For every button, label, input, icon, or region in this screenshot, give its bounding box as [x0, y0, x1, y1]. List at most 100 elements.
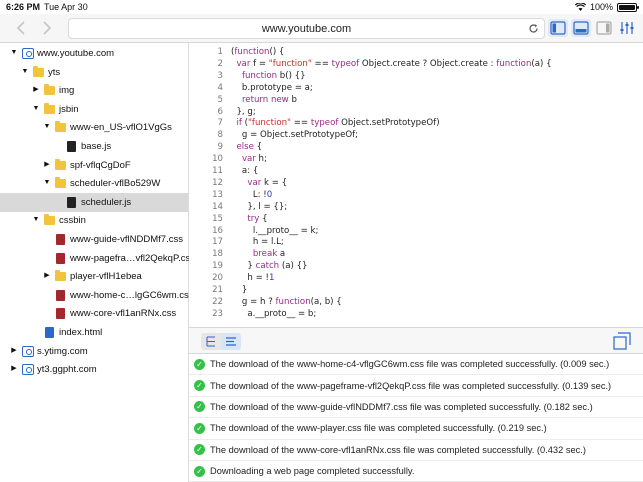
tree-item[interactable]: ▼ www-en_US-vflO1VgGs: [0, 118, 188, 137]
tree-item[interactable]: www-pagefra…vfl2QekqP.css: [0, 249, 195, 268]
log-entry: ✓ The download of the www-player.css file…: [189, 418, 643, 440]
disclosure-expanded-icon[interactable]: ▼: [21, 68, 29, 76]
panel-bottom-icon: [573, 21, 589, 35]
tree-item[interactable]: base.js: [0, 137, 188, 156]
js-file-icon: [66, 196, 77, 208]
code-text: b.prototype = a;: [231, 82, 313, 93]
css-file-icon: [55, 289, 66, 301]
sliders-icon: [620, 22, 634, 34]
tree-item[interactable]: ▼ cssbin: [0, 211, 188, 230]
tree-item[interactable]: index.html: [0, 323, 188, 342]
sidebar-right-icon: [596, 21, 612, 35]
code-text: return new b: [241, 94, 297, 105]
folder-icon: [55, 121, 66, 133]
line-number: 6: [217, 106, 223, 117]
code-line: 17 h = l.L;: [189, 237, 643, 249]
code-line: 13 L: !0: [189, 190, 643, 202]
success-check-icon: ✓: [194, 358, 205, 370]
code-text: a.__proto__ = b;: [231, 308, 317, 319]
line-number: 13: [212, 189, 223, 200]
tree-item-label: cssbin: [59, 215, 86, 227]
code-text: h = !1: [231, 273, 275, 284]
disclosure-collapsed-icon[interactable]: ▶: [43, 272, 51, 280]
settings-sliders-button[interactable]: [617, 19, 637, 37]
line-number: 15: [212, 213, 223, 224]
log-entry-text: The download of the www-guide-vflNDDMf7.…: [210, 401, 593, 412]
log-entry: ✓ The download of the www-guide-vflNDDMf7…: [189, 397, 643, 419]
line-number: 17: [212, 237, 223, 248]
battery-percent: 100%: [589, 2, 613, 12]
tree-item-label: www-guide-vflNDDMf7.css: [70, 234, 183, 245]
website-icon: [22, 48, 34, 59]
log-entry-text: The download of the www-core-vfl1anRNx.c…: [210, 444, 586, 455]
expand-icon[interactable]: [613, 332, 631, 350]
tree-item-label: scheduler.js: [81, 196, 132, 208]
line-number: 7: [217, 118, 223, 129]
right-panel-toggle[interactable]: [594, 19, 614, 37]
tree-item[interactable]: ▼ www.youtube.com: [0, 44, 188, 63]
view-segmented-control[interactable]: [201, 333, 241, 350]
tree-item-label: www-pagefra…vfl2QekqP.css: [70, 252, 195, 264]
code-text: }, l = {};: [231, 201, 288, 212]
website-icon: [22, 364, 34, 376]
code-text: h = l.L;: [231, 237, 284, 248]
folder-icon: [55, 177, 66, 189]
code-line: 4 b.prototype = a;: [189, 83, 643, 95]
disclosure-collapsed-icon[interactable]: ▶: [10, 347, 18, 355]
code-line: 8 g = Object.setPrototypeOf;: [189, 130, 643, 142]
bottom-panel-toggle[interactable]: [571, 19, 591, 37]
tree-item[interactable]: ▼ jsbin: [0, 100, 188, 119]
disclosure-expanded-icon[interactable]: ▼: [10, 49, 18, 57]
disclosure-collapsed-icon[interactable]: ▶: [10, 365, 18, 373]
line-number: 22: [212, 296, 223, 307]
address-bar[interactable]: www.youtube.com: [68, 18, 545, 39]
chevron-left-icon: [16, 21, 25, 35]
tree-item[interactable]: ▶ yt3.ggpht.com: [0, 360, 188, 379]
list-view-segment[interactable]: [221, 333, 241, 350]
disclosure-collapsed-icon[interactable]: ▶: [43, 161, 51, 169]
back-button[interactable]: [13, 19, 29, 37]
log-toolbar: [189, 327, 643, 354]
tree-item[interactable]: ▼ scheduler-vflBo529W: [0, 174, 188, 193]
folder-icon: [44, 84, 55, 96]
code-view[interactable]: 1 (function() {2 var f = "function" == ty…: [189, 43, 643, 327]
folder-icon: [33, 65, 44, 78]
wifi-icon: [574, 2, 586, 11]
code-text: } catch (a) {}: [231, 261, 308, 272]
forward-button[interactable]: [39, 19, 55, 37]
disclosure-expanded-icon[interactable]: ▼: [32, 105, 40, 113]
tree-item[interactable]: www-guide-vflNDDMf7.css: [0, 230, 188, 249]
line-number: 14: [212, 201, 223, 212]
code-text: }, g;: [231, 106, 256, 117]
line-number: 11: [212, 166, 223, 176]
tree-item-label: www.youtube.com: [37, 48, 115, 59]
tree-item[interactable]: www-core-vfl1anRNx.css: [0, 304, 188, 323]
tree-item[interactable]: scheduler.js: [0, 192, 188, 212]
tree-item[interactable]: ▶ img: [0, 81, 188, 100]
disclosure-expanded-icon[interactable]: ▼: [43, 123, 51, 131]
code-text: var f = "function" == typeof Object.crea…: [236, 58, 552, 69]
code-line: 19 } catch (a) {}: [189, 261, 643, 273]
disclosure-expanded-icon[interactable]: ▼: [32, 216, 40, 224]
reload-icon[interactable]: [528, 23, 539, 34]
tree-item[interactable]: ▼ yts: [0, 63, 188, 82]
code-line: 10 var h;: [189, 154, 643, 166]
app-window: 6:26 PM Tue Apr 30 100% www.youtube.com: [0, 0, 643, 482]
line-number: 18: [212, 249, 223, 260]
folder-icon: [55, 270, 66, 282]
code-line: 12 var k = {: [189, 178, 643, 190]
chevron-right-icon: [43, 21, 52, 35]
code-line: 5 return new b: [189, 95, 643, 107]
disclosure-expanded-icon[interactable]: ▼: [43, 179, 51, 187]
tree-item[interactable]: ▶ s.ytimg.com: [0, 342, 188, 361]
line-number: 23: [212, 308, 223, 319]
tree-view-segment[interactable]: [201, 333, 221, 350]
left-panel-toggle[interactable]: [548, 19, 568, 37]
tree-item-label: index.html: [59, 327, 103, 338]
tree-item[interactable]: ▶ player-vflH1ebea: [0, 267, 188, 286]
code-line: 3 function b() {}: [189, 71, 643, 83]
disclosure-collapsed-icon[interactable]: ▶: [32, 86, 40, 94]
tree-item[interactable]: www-home-c…lgGC6wm.css: [0, 286, 194, 305]
tree-item[interactable]: ▶ spf-vflqCgDoF: [0, 156, 188, 175]
code-line: 11 a: {: [189, 166, 643, 178]
